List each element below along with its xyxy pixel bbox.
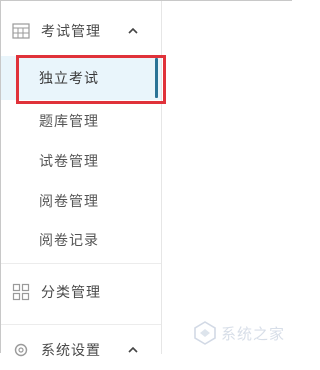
gear-icon bbox=[14, 343, 28, 357]
menu-group-label: 分类管理 bbox=[41, 285, 101, 301]
menu-divider bbox=[1, 324, 161, 325]
menu-group-exam-management[interactable]: 考试管理 bbox=[1, 11, 161, 51]
menu-group-label: 考试管理 bbox=[41, 24, 101, 40]
chevron-up-icon[interactable] bbox=[127, 345, 139, 355]
sidebar-item-label: 阅卷管理 bbox=[39, 194, 99, 210]
menu-group-category-management[interactable]: 分类管理 bbox=[1, 272, 161, 312]
watermark-logo-icon bbox=[194, 321, 216, 345]
sidebar-item-independent-exam[interactable]: 独立考试 bbox=[1, 56, 161, 100]
sidebar-item-paper-management[interactable]: 试卷管理 bbox=[1, 141, 161, 181]
content-area bbox=[162, 1, 293, 354]
sidebar-item-grading-records[interactable]: 阅卷记录 bbox=[1, 220, 161, 260]
watermark: 系统之家 bbox=[192, 320, 285, 346]
watermark-text: 系统之家 bbox=[220, 324, 285, 343]
sidebar: 考试管理 独立考试 题库管理 试卷管理 阅卷管理 阅卷记录 分类管理 系统设置 bbox=[1, 1, 162, 359]
menu-group-label: 系统设置 bbox=[41, 343, 101, 359]
sidebar-item-label: 独立考试 bbox=[39, 71, 99, 87]
menu-group-system-settings[interactable]: 系统设置 bbox=[1, 330, 161, 370]
sidebar-item-grading-management[interactable]: 阅卷管理 bbox=[1, 181, 161, 221]
active-indicator bbox=[155, 58, 158, 98]
chevron-up-icon[interactable] bbox=[127, 26, 139, 36]
squares-icon bbox=[12, 283, 30, 301]
menu-divider bbox=[1, 263, 161, 264]
sidebar-item-question-bank[interactable]: 题库管理 bbox=[1, 101, 161, 141]
sidebar-item-label: 题库管理 bbox=[39, 114, 99, 130]
grid-icon bbox=[12, 23, 30, 39]
sidebar-item-label: 试卷管理 bbox=[39, 154, 99, 170]
sidebar-item-label: 阅卷记录 bbox=[39, 233, 99, 249]
